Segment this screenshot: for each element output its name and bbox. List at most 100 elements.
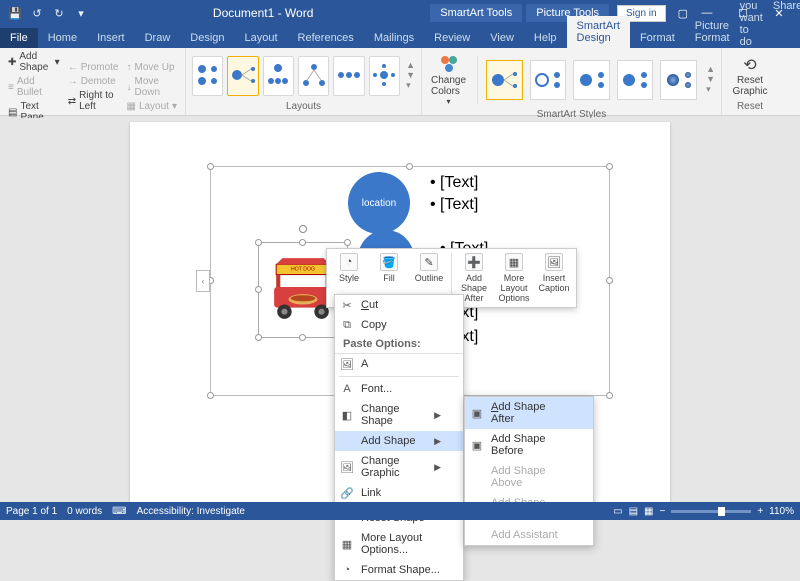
title-bar: 💾 ↺ ↻ ▾ Document1 - Word SmartArt Tools … — [0, 0, 800, 26]
sub-add-after[interactable]: ▣Add Shape After — [465, 397, 593, 429]
tab-picture-format[interactable]: Picture Format — [685, 16, 740, 48]
status-lang-icon[interactable]: ⌨ — [112, 506, 126, 517]
tab-file[interactable]: File — [0, 28, 38, 48]
sub-add-above: Add Shape Above — [465, 461, 593, 493]
layout-option-5[interactable] — [333, 56, 364, 96]
document-area: ‹ location [Text] [Text] [Text] [Text] [… — [0, 118, 800, 502]
ctx-cut[interactable]: ✂Cut — [335, 295, 463, 315]
layout-option-6[interactable] — [369, 56, 400, 96]
view-web-icon[interactable]: ▦ — [644, 506, 653, 517]
status-words[interactable]: 0 words — [67, 506, 102, 517]
redo-icon[interactable]: ↻ — [52, 6, 66, 20]
layouts-scroll-up[interactable]: ▲ — [406, 60, 415, 70]
layouts-more-icon[interactable]: ▾ — [406, 80, 415, 91]
add-shape-button[interactable]: ✚ Add Shape ▾ — [6, 50, 62, 74]
smartart-tools-label: SmartArt Tools — [430, 4, 522, 22]
zoom-out-icon[interactable]: − — [659, 506, 665, 517]
layout-option-1[interactable] — [192, 56, 223, 96]
status-accessibility[interactable]: Accessibility: Investigate — [137, 506, 245, 517]
mini-more-layout[interactable]: ▦More Layout Options — [494, 251, 534, 305]
rotate-handle[interactable] — [299, 225, 307, 233]
sub-add-assistant: Add Assistant — [465, 525, 593, 545]
add-before-icon: ▣ — [469, 439, 485, 452]
tab-mailings[interactable]: Mailings — [364, 28, 424, 48]
ctx-font[interactable]: AFont... — [335, 379, 463, 399]
status-page[interactable]: Page 1 of 1 — [6, 506, 57, 517]
layout-icon: ▦ — [339, 538, 355, 551]
copy-icon: ⧉ — [339, 319, 355, 332]
page[interactable]: ‹ location [Text] [Text] [Text] [Text] [… — [130, 122, 670, 502]
ctx-paste-picture[interactable]: 🖼A — [335, 354, 463, 374]
styles-scroll-down[interactable]: ▼ — [706, 74, 715, 84]
group-reset: ⟲ Reset Graphic Reset — [722, 48, 778, 115]
tab-help[interactable]: Help — [524, 28, 567, 48]
tell-me[interactable]: 💡 Tell me what you want to do — [740, 0, 763, 48]
change-shape-icon: ◧ — [339, 409, 355, 422]
tab-format[interactable]: Format — [630, 28, 685, 48]
tab-home[interactable]: Home — [38, 28, 87, 48]
share-button[interactable]: 👤 Share — [773, 0, 800, 12]
submenu-add-shape: ▣Add Shape After ▣Add Shape Before Add S… — [464, 396, 594, 546]
zoom-level[interactable]: 110% — [769, 506, 794, 517]
undo-icon[interactable]: ↺ — [30, 6, 44, 20]
view-print-icon[interactable]: ▤ — [629, 506, 638, 517]
text-pane-toggle-left[interactable]: ‹ — [196, 270, 210, 292]
zoom-in-icon[interactable]: + — [757, 506, 763, 517]
tab-insert[interactable]: Insert — [87, 28, 135, 48]
layouts-scroll-down[interactable]: ▼ — [406, 70, 415, 80]
context-menu: ✂Cut ⧉Copy Paste Options: 🖼A AFont... ◧C… — [334, 294, 464, 581]
placeholder-text[interactable]: [Text] — [430, 196, 478, 214]
ctx-change-graphic[interactable]: 🖼Change Graphic▶ — [335, 451, 463, 483]
style-option-4[interactable] — [617, 60, 654, 100]
font-icon: A — [339, 383, 355, 395]
styles-more-icon[interactable]: ▾ — [706, 84, 715, 95]
ctx-link[interactable]: 🔗Link — [335, 483, 463, 503]
tab-design[interactable]: Design — [180, 28, 234, 48]
tab-review[interactable]: Review — [424, 28, 480, 48]
change-colors-button[interactable]: Change Colors▾ — [428, 50, 469, 109]
style-option-2[interactable] — [530, 60, 567, 100]
ctx-more-layout[interactable]: ▦More Layout Options... — [335, 528, 463, 560]
layout-option-3[interactable] — [263, 56, 294, 96]
quick-access-toolbar: 💾 ↺ ↻ ▾ — [0, 6, 96, 20]
group-smartart-styles: Change Colors▾ ▲ ▼ ▾ SmartArt Styles — [422, 48, 722, 115]
autosave-icon[interactable]: 💾 — [8, 6, 22, 20]
qat-dropdown-icon[interactable]: ▾ — [74, 6, 88, 20]
tab-smartart-design[interactable]: SmartArt Design — [567, 16, 630, 48]
mini-insert-caption[interactable]: 🖼Insert Caption — [534, 251, 574, 305]
placeholder-text[interactable]: [Text] — [430, 174, 478, 192]
change-graphic-icon: 🖼 — [339, 461, 355, 474]
tab-references[interactable]: References — [288, 28, 364, 48]
move-down-button: ↓ Move Down — [124, 75, 179, 99]
style-option-5[interactable] — [660, 60, 697, 100]
style-option-3[interactable] — [573, 60, 610, 100]
ctx-paste-options-label: Paste Options: — [335, 335, 463, 354]
ctx-format-shape[interactable]: ◔Format Shape... — [335, 560, 463, 580]
document-title: Document1 - Word — [96, 6, 430, 20]
ctx-change-shape[interactable]: ◧Change Shape▶ — [335, 399, 463, 431]
reset-graphic-button[interactable]: ⟲ Reset Graphic — [730, 55, 770, 97]
ribbon-tabs: File Home Insert Draw Design Layout Refe… — [0, 26, 800, 48]
svg-text:HOT DOG: HOT DOG — [291, 266, 315, 272]
view-read-icon[interactable]: ▭ — [613, 506, 622, 517]
smartart-node-location[interactable]: location — [348, 172, 410, 234]
add-after-icon: ▣ — [469, 407, 485, 420]
right-to-left-button[interactable]: ⇄ Right to Left — [66, 89, 121, 113]
cut-icon: ✂ — [339, 299, 355, 312]
layout-button: ▦ Layout ▾ — [124, 100, 179, 113]
group-label-layouts: Layouts — [192, 101, 415, 113]
zoom-slider[interactable] — [671, 510, 751, 513]
group-label-reset: Reset — [728, 101, 772, 113]
tab-draw[interactable]: Draw — [135, 28, 181, 48]
move-up-button: ↑ Move Up — [124, 61, 179, 74]
styles-scroll-up[interactable]: ▲ — [706, 64, 715, 74]
layout-option-4[interactable] — [298, 56, 329, 96]
ctx-add-shape[interactable]: Add Shape▶ — [335, 431, 463, 451]
tab-view[interactable]: View — [480, 28, 524, 48]
layout-option-2[interactable] — [227, 56, 258, 96]
sub-add-before[interactable]: ▣Add Shape Before — [465, 429, 593, 461]
promote-button: ← Promote — [66, 61, 121, 74]
tab-layout[interactable]: Layout — [235, 28, 288, 48]
style-option-1[interactable] — [486, 60, 523, 100]
ctx-copy[interactable]: ⧉Copy — [335, 315, 463, 335]
